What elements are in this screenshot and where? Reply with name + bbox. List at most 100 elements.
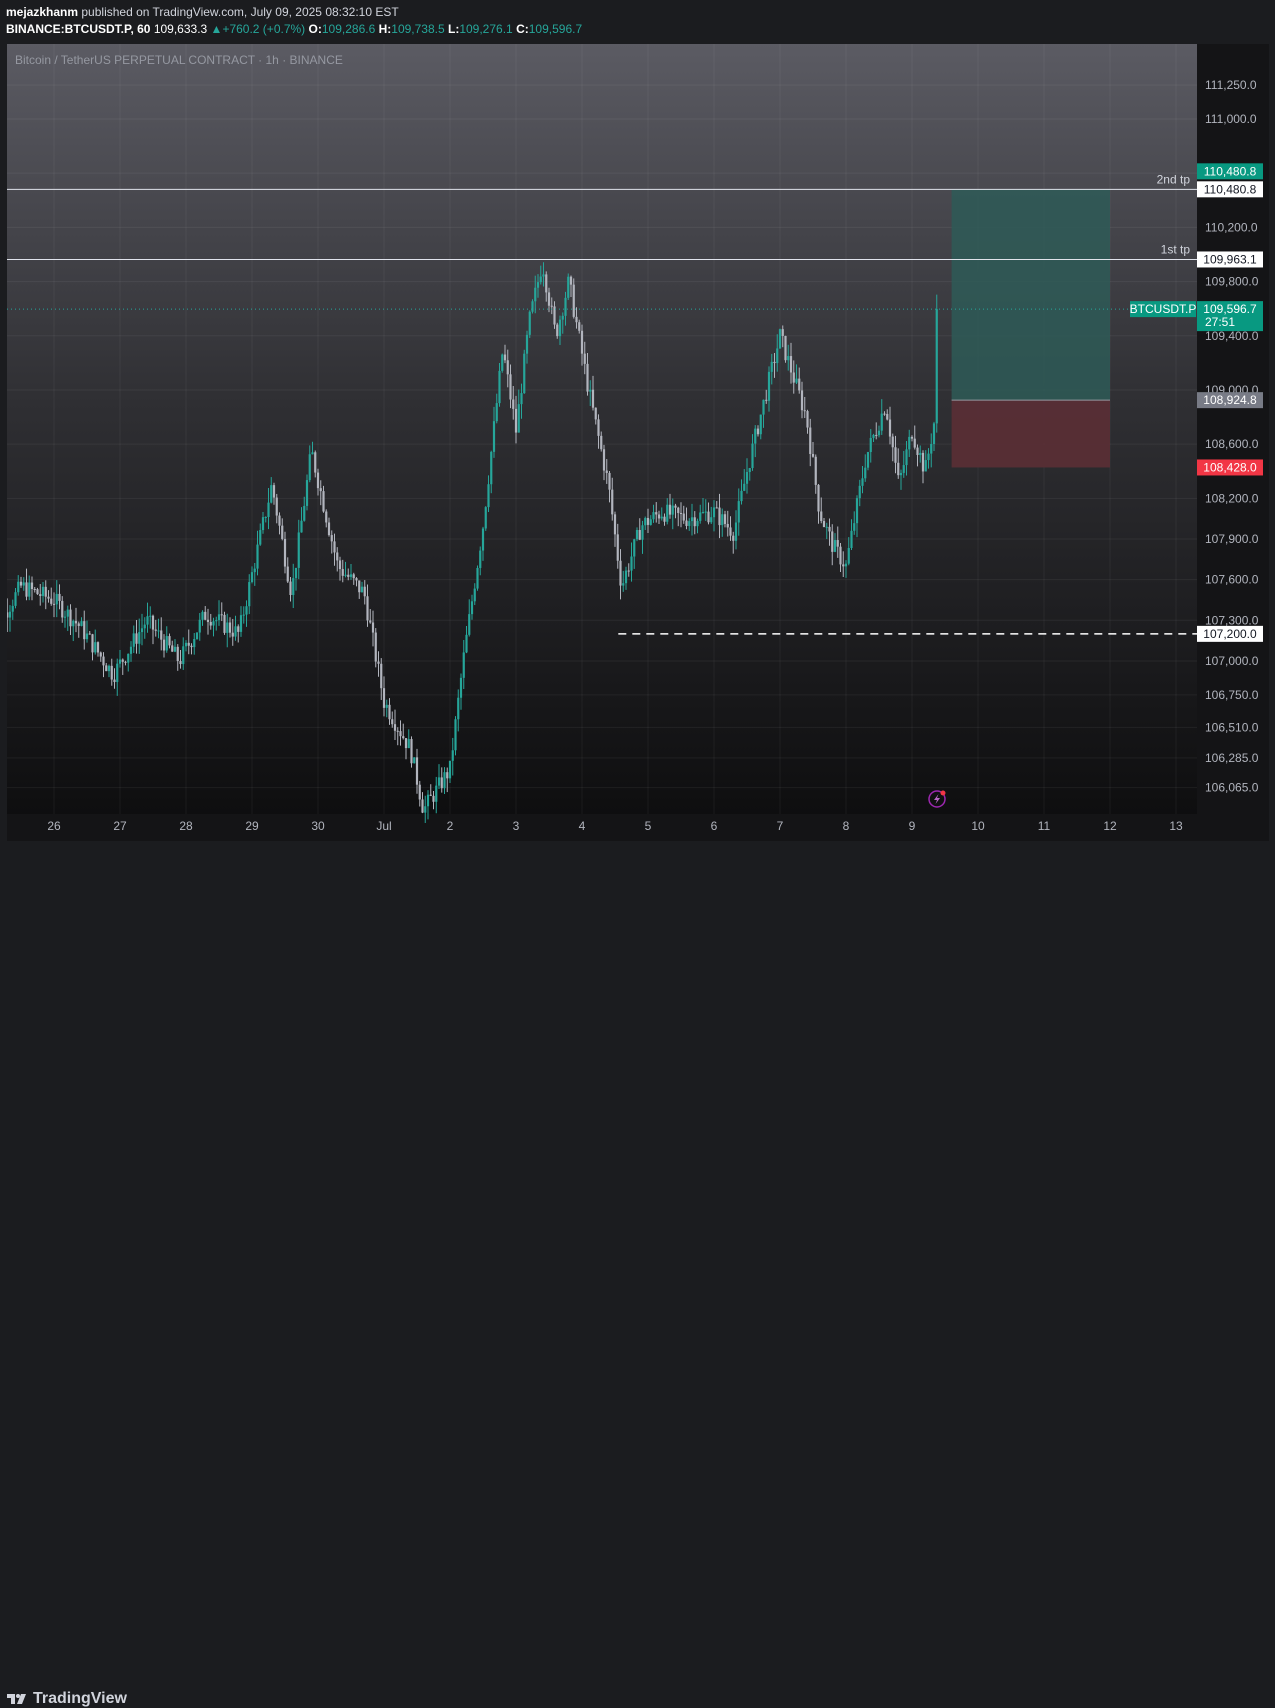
candle-body <box>682 513 685 521</box>
candle-body <box>330 535 333 542</box>
candle-body <box>558 319 562 337</box>
candle-body <box>162 639 166 651</box>
candle-body <box>182 646 185 665</box>
candle-body <box>624 570 628 584</box>
candle-body <box>776 348 779 364</box>
candle-body <box>14 592 17 606</box>
candle-body <box>374 632 377 662</box>
header-bar: mejazkhanm published on TradingView.com,… <box>0 0 1275 44</box>
candle-body <box>561 315 564 320</box>
candle-body <box>536 282 540 288</box>
candle-body <box>869 437 872 453</box>
candle-body <box>638 530 641 540</box>
candle-body <box>487 484 490 508</box>
candle-body <box>622 583 625 586</box>
candle-body <box>352 574 355 579</box>
candle-body <box>393 724 397 731</box>
stop-loss-zone <box>951 400 1110 468</box>
candle-body <box>234 626 237 637</box>
candle-body <box>256 544 259 569</box>
candle-body <box>935 309 938 424</box>
candle-body <box>118 659 122 664</box>
time-tick-label: 7 <box>777 819 784 833</box>
candle-body <box>157 630 160 632</box>
candle-body <box>275 497 278 516</box>
symbol-interval[interactable]: BINANCE:BTCUSDT.P, 60 <box>6 22 150 36</box>
time-tick-label: 8 <box>843 819 850 833</box>
candle-body <box>242 614 245 616</box>
candle-body <box>888 419 892 437</box>
time-tick-label: 12 <box>1103 819 1117 833</box>
candle-body <box>105 665 108 672</box>
candle-body <box>421 799 424 813</box>
candle-body <box>583 353 586 364</box>
candle-body <box>899 472 903 476</box>
candle-body <box>657 514 661 519</box>
price-tick-label: 106,510.0 <box>1205 720 1259 734</box>
price-tick-label: 109,800.0 <box>1205 275 1259 289</box>
candle-body <box>844 563 848 567</box>
publish-line: mejazkhanm published on TradingView.com,… <box>6 5 399 19</box>
candle-body <box>715 507 718 509</box>
candle-body <box>341 569 344 576</box>
candle-body <box>382 688 386 708</box>
tradingview-logo-icon <box>7 1694 26 1704</box>
price-tick-label: 107,000.0 <box>1205 654 1259 668</box>
candle-body <box>880 413 883 431</box>
candle-body <box>121 659 124 662</box>
candle-body <box>514 408 518 433</box>
candle-body <box>457 697 460 720</box>
candle-body <box>616 534 619 561</box>
chart-canvas[interactable]: 2nd tp 1st tp 106,065.0 106,285.0 106,510.0… <box>7 44 1269 841</box>
candle-body <box>498 370 501 404</box>
candle-body <box>770 361 773 372</box>
candle-body <box>690 517 694 522</box>
candle-body <box>286 566 289 582</box>
candle-body <box>135 633 138 644</box>
candle-body <box>919 452 922 455</box>
current-price-tag: 109,596.7 <box>1203 302 1257 316</box>
candle-body <box>30 582 34 589</box>
candle-body <box>344 574 347 576</box>
candle-body <box>58 593 61 601</box>
candle-body <box>435 785 438 802</box>
candle-body <box>723 514 727 524</box>
candle-body <box>8 611 12 618</box>
candle-body <box>190 645 193 648</box>
candle-body <box>490 451 493 485</box>
candle-body <box>107 665 111 672</box>
chart-area[interactable]: 2nd tp 1st tp 106,065.0 106,285.0 106,510.0… <box>7 44 1269 841</box>
published-text: published on TradingView.com, July 09, 2… <box>81 5 399 19</box>
candle-body <box>704 511 707 513</box>
stop-tag: 108,428.0 <box>1203 460 1257 474</box>
candle-body <box>451 750 454 761</box>
candle-body <box>432 795 435 802</box>
candle-body <box>539 276 542 283</box>
candle-body <box>501 354 504 371</box>
support-tag: 107,200.0 <box>1203 627 1257 641</box>
time-tick-label: 5 <box>645 819 652 833</box>
candle-body <box>509 374 512 400</box>
tradingview-logo[interactable]: TradingView <box>7 1690 127 1708</box>
candle-body <box>839 546 842 565</box>
candle-body <box>809 427 812 454</box>
candle-body <box>787 356 790 361</box>
candle-body <box>305 480 309 506</box>
candle-body <box>358 580 361 593</box>
candle-body <box>712 507 716 518</box>
candle-body <box>897 462 900 476</box>
candle-body <box>822 521 826 528</box>
candle-body <box>820 511 823 522</box>
author-name[interactable]: mejazkhanm <box>6 5 78 19</box>
candle-body <box>239 615 243 632</box>
candle-body <box>325 511 328 523</box>
candle-body <box>894 447 897 463</box>
candle-body <box>825 526 828 528</box>
candle-body <box>410 739 413 764</box>
price-tick-label: 106,065.0 <box>1205 781 1259 795</box>
candle-body <box>127 653 130 663</box>
candle-body <box>600 435 603 450</box>
candle-body <box>542 274 545 277</box>
candle-body <box>875 434 878 436</box>
candle-body <box>253 568 256 573</box>
